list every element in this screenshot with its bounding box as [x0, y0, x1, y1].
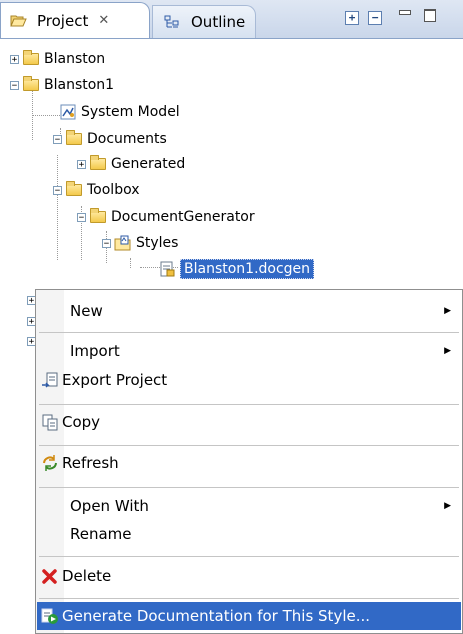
- menu-separator: [39, 404, 459, 405]
- tree-item-documents[interactable]: − Documents: [53, 127, 167, 151]
- folder-icon: [22, 50, 40, 67]
- tree-item-styles[interactable]: − Styles: [102, 231, 178, 255]
- collapse-toggle[interactable]: −: [10, 80, 19, 90]
- generate-doc-icon: [40, 606, 60, 626]
- tree-item-label: Blanston: [44, 51, 106, 67]
- refresh-icon: [40, 453, 60, 473]
- view-tab-bar: Project ✕ Outline + −: [0, 0, 463, 39]
- tree-item-label: Blanston1.docgen: [180, 259, 315, 279]
- tree-item-label: Generated: [111, 156, 186, 172]
- submenu-arrow-icon: ▶: [444, 346, 451, 356]
- collapse-toggle[interactable]: −: [53, 134, 62, 144]
- minimize-icon[interactable]: [396, 5, 412, 19]
- menu-item-rename[interactable]: Rename: [37, 520, 461, 548]
- tab-outline-label: Outline: [191, 13, 246, 31]
- menu-item-export-project[interactable]: Export Project: [37, 366, 461, 394]
- tree-item-blanston1[interactable]: − Blanston1: [10, 73, 114, 97]
- submenu-arrow-icon: ▶: [444, 306, 451, 316]
- collapse-toggle[interactable]: −: [53, 185, 62, 195]
- model-icon: [59, 104, 77, 120]
- docgen-file-icon: [158, 261, 176, 277]
- menu-item-new[interactable]: New ▶: [37, 297, 461, 325]
- menu-item-import[interactable]: Import ▶: [37, 337, 461, 365]
- tree-item-label: System Model: [81, 104, 180, 120]
- copy-icon: [40, 412, 60, 432]
- menu-item-generate-documentation[interactable]: Generate Documentation for This Style...: [37, 602, 461, 630]
- tree-item-documentgenerator[interactable]: − DocumentGenerator: [77, 205, 255, 229]
- tree-item-blanston1-docgen[interactable]: Blanston1.docgen: [158, 257, 315, 281]
- expand-toggle[interactable]: +: [77, 159, 86, 169]
- folder-icon: [89, 155, 107, 172]
- menu-separator: [39, 598, 459, 599]
- tree-item-label: Blanston1: [44, 77, 115, 93]
- close-icon[interactable]: ✕: [98, 13, 109, 28]
- tree-item-blanston[interactable]: + Blanston: [10, 47, 105, 71]
- collapse-toggle[interactable]: −: [77, 212, 86, 222]
- collapse-all-icon[interactable]: −: [368, 11, 382, 25]
- maximize-icon[interactable]: [421, 5, 437, 22]
- folder-open-icon: [89, 208, 107, 225]
- delete-icon: [40, 566, 60, 586]
- tree-item-label: DocumentGenerator: [111, 209, 255, 225]
- collapse-toggle[interactable]: −: [102, 238, 111, 248]
- tree-item-label: Styles: [136, 235, 179, 251]
- menu-separator: [39, 556, 459, 557]
- submenu-arrow-icon: ▶: [444, 501, 451, 511]
- tree-item-label: Documents: [87, 131, 167, 147]
- menu-separator: [39, 487, 459, 488]
- menu-separator: [39, 332, 459, 333]
- tab-project[interactable]: Project ✕: [0, 2, 150, 38]
- tree-item-generated[interactable]: + Generated: [77, 152, 185, 176]
- tree-item-label: Toolbox: [87, 182, 140, 198]
- tree-item-system-model[interactable]: System Model: [59, 100, 180, 124]
- export-icon: [40, 370, 60, 390]
- menu-separator: [39, 445, 459, 446]
- tab-project-label: Project: [37, 11, 89, 30]
- tab-outline[interactable]: Outline: [152, 5, 256, 38]
- context-menu: New ▶ Import ▶ Export Project Copy Refre…: [35, 289, 463, 634]
- menu-item-refresh[interactable]: Refresh: [37, 449, 461, 477]
- tree-item-toolbox[interactable]: − Toolbox: [53, 178, 140, 202]
- expand-toggle[interactable]: +: [10, 54, 19, 64]
- menu-item-delete[interactable]: Delete: [37, 562, 461, 590]
- folder-open-icon: [22, 76, 40, 93]
- expand-all-icon[interactable]: +: [345, 11, 359, 25]
- folder-open-icon: [65, 130, 83, 147]
- folder-open-icon: [9, 13, 27, 29]
- menu-item-copy[interactable]: Copy: [37, 408, 461, 436]
- folder-open-icon: [65, 181, 83, 198]
- styles-folder-icon: [114, 235, 132, 251]
- menu-item-open-with[interactable]: Open With ▶: [37, 492, 461, 520]
- outline-icon: [163, 14, 181, 30]
